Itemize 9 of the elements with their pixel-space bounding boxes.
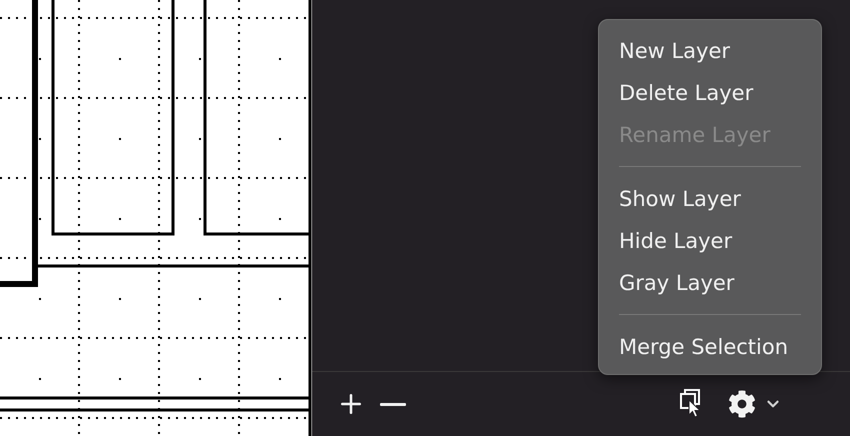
remove-button[interactable]	[380, 402, 406, 406]
menu-item[interactable]: Gray Layer	[599, 262, 821, 304]
menu-item[interactable]: Delete Layer	[599, 72, 821, 114]
menu-item[interactable]: Merge Selection	[599, 326, 821, 368]
minus-icon	[380, 402, 406, 406]
gear-icon	[728, 390, 756, 418]
menu-item[interactable]: Hide Layer	[599, 220, 821, 262]
menu-item[interactable]: New Layer	[599, 30, 821, 72]
menu-item[interactable]: Show Layer	[599, 178, 821, 220]
